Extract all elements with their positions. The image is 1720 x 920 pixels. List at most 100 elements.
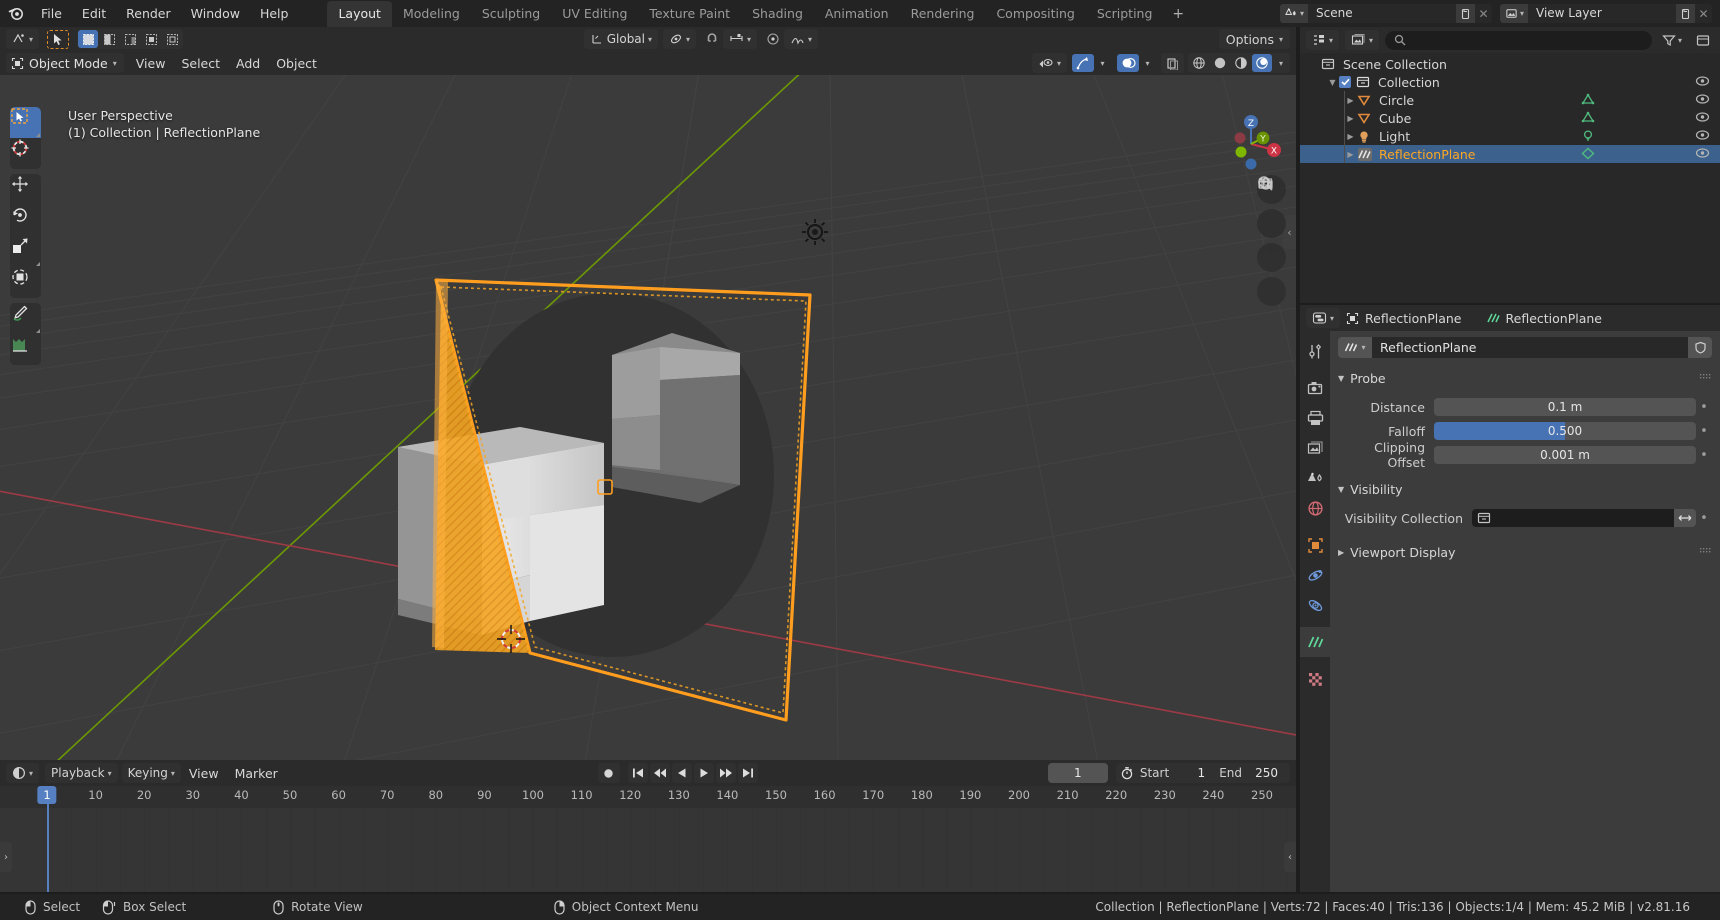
timeline-menu-marker[interactable]: Marker [227, 764, 286, 783]
light-data-icon[interactable] [1581, 129, 1595, 145]
eye-icon[interactable] [1695, 75, 1710, 90]
mesh-triangle-icon[interactable] [1581, 111, 1595, 127]
toggle-xray-icon[interactable] [1161, 53, 1184, 73]
physics-tab[interactable] [1300, 590, 1330, 620]
outliner-row-scene-collection[interactable]: Scene Collection [1300, 55, 1720, 73]
outliner-row-cube[interactable]: ▶ Cube [1300, 109, 1720, 127]
transform-tool[interactable] [10, 267, 41, 298]
outliner-id-type-icon[interactable]: ▾ [1345, 30, 1380, 50]
shading-solid[interactable] [1210, 54, 1230, 72]
eye-icon[interactable] [1695, 111, 1710, 126]
menu-render[interactable]: Render [117, 3, 180, 24]
timeline-left-toggle[interactable]: › [0, 842, 12, 872]
viewport-menu-object[interactable]: Object [268, 54, 325, 73]
eye-icon[interactable] [1695, 129, 1710, 144]
timeline-menu-playback[interactable]: Playback ▾ [45, 763, 118, 783]
select-mode-invert[interactable] [141, 30, 161, 48]
modifiers-tab[interactable] [1300, 560, 1330, 590]
navigation-gizmo[interactable]: Z Y X [1214, 107, 1288, 181]
start-frame-value[interactable]: 1 [1175, 766, 1217, 780]
scene-name-field[interactable]: Scene [1307, 4, 1456, 23]
lightprobe-name-field[interactable]: ReflectionPlane [1372, 337, 1688, 358]
pivot-point-dropdown[interactable]: ▾ [663, 29, 697, 49]
unlink-scene-icon[interactable]: ✕ [1475, 4, 1492, 23]
tab-texture-paint[interactable]: Texture Paint [638, 1, 741, 27]
eye-icon[interactable] [1695, 147, 1710, 162]
chevron-down-icon[interactable]: ▼ [1326, 78, 1339, 87]
clipping-offset-field[interactable]: 0.001 m [1434, 446, 1696, 464]
outliner-row-reflectionplane[interactable]: ▶ ReflectionPlane [1300, 145, 1720, 163]
current-frame-field[interactable]: 1 [1047, 763, 1108, 783]
tweak-select-icon[interactable] [47, 29, 70, 49]
falloff-slider[interactable]: 0.500 [1434, 422, 1696, 440]
viewport-menu-view[interactable]: View [128, 54, 174, 73]
viewport-menu-select[interactable]: Select [173, 54, 228, 73]
falloff-animate-dot[interactable]: • [1696, 424, 1712, 439]
outliner-search-input[interactable] [1385, 30, 1652, 50]
use-preview-range-icon[interactable] [1116, 766, 1138, 780]
breadcrumb-object-label[interactable]: ReflectionPlane [1365, 311, 1461, 326]
overlays-icon[interactable] [1117, 54, 1139, 72]
add-workspace-button[interactable]: + [1163, 1, 1193, 27]
jump-to-end-icon[interactable] [737, 763, 758, 783]
select-mode-subtract[interactable] [120, 30, 140, 48]
play-icon[interactable] [693, 763, 714, 783]
shading-rendered[interactable] [1252, 54, 1272, 72]
pan-hand-icon[interactable] [1257, 177, 1286, 238]
timeline-right-toggle[interactable]: ‹ [1284, 842, 1296, 872]
tab-scripting[interactable]: Scripting [1086, 1, 1164, 27]
tweak-tool[interactable] [10, 107, 41, 138]
jump-to-start-icon[interactable] [627, 763, 648, 783]
eye-icon[interactable] [1695, 93, 1710, 108]
editor-type-properties-icon[interactable]: ▾ [1306, 308, 1341, 328]
object-data-tab[interactable] [1300, 627, 1330, 657]
outliner-row-circle[interactable]: ▶ Circle [1300, 91, 1720, 109]
panel-header-viewport-display[interactable]: ▶ Viewport Display [1330, 541, 1720, 563]
chevron-right-icon[interactable]: ▶ [1344, 114, 1357, 123]
editor-type-timeline-icon[interactable]: ▾ [6, 763, 40, 783]
scale-tool[interactable] [10, 236, 41, 267]
menu-help[interactable]: Help [251, 3, 298, 24]
timeline-ruler[interactable]: 10 20 30 40 50 60 70 80 90 100 110 120 130 140 150 160 1… [0, 786, 1296, 808]
visibility-collection-browse-button[interactable] [1674, 509, 1696, 527]
end-frame-value[interactable]: 250 [1248, 766, 1290, 780]
visibility-collection-field[interactable] [1472, 509, 1674, 527]
viewport-canvas[interactable]: User Perspective (1) Collection | Reflec… [0, 75, 1296, 760]
tab-sculpting[interactable]: Sculpting [471, 1, 551, 27]
rotate-tool[interactable] [10, 205, 41, 236]
tab-uv-editing[interactable]: UV Editing [551, 1, 638, 27]
annotate-tool[interactable] [10, 303, 41, 334]
viewport-menu-add[interactable]: Add [228, 54, 268, 73]
new-view-layer-icon[interactable] [1676, 4, 1695, 23]
remove-view-layer-icon[interactable]: ✕ [1695, 4, 1712, 23]
timeline-keyframe-area[interactable] [0, 808, 1296, 892]
outliner-checkbox[interactable] [1339, 76, 1351, 88]
render-tab[interactable] [1300, 373, 1330, 403]
menu-window[interactable]: Window [182, 3, 249, 24]
tab-animation[interactable]: Animation [814, 1, 900, 27]
new-copy-icon[interactable] [1455, 4, 1475, 23]
chevron-right-icon[interactable]: ▶ [1344, 96, 1357, 105]
gizmo-dropdown[interactable]: ▾ [1094, 54, 1111, 72]
tab-layout[interactable]: Layout [327, 1, 392, 27]
outliner-display-mode-icon[interactable]: ▾ [1306, 30, 1340, 50]
snap-target-dropdown[interactable]: ▾ [723, 29, 758, 49]
distance-field[interactable]: 0.1 m [1434, 398, 1696, 416]
select-mode-set[interactable] [78, 30, 99, 48]
tab-compositing[interactable]: Compositing [985, 1, 1085, 27]
snap-magnet-icon[interactable] [701, 29, 724, 49]
outliner-row-light[interactable]: ▶ Light [1300, 127, 1720, 145]
proportional-editing-icon[interactable] [762, 29, 785, 49]
blender-logo-icon[interactable] [0, 5, 30, 22]
play-reverse-icon[interactable] [671, 763, 692, 783]
viewport-options-button[interactable]: Options ▾ [1218, 29, 1291, 49]
clipping-offset-animate-dot[interactable]: • [1696, 448, 1712, 463]
chevron-right-icon[interactable]: ▶ [1344, 150, 1357, 159]
lightprobe-data-icon[interactable]: ▾ [1338, 337, 1372, 358]
breadcrumb-data-label[interactable]: ReflectionPlane [1506, 311, 1602, 326]
tab-shading[interactable]: Shading [741, 1, 814, 27]
measure-tool[interactable] [10, 334, 41, 365]
new-collection-icon[interactable] [1692, 30, 1714, 50]
object-tab[interactable] [1300, 530, 1330, 560]
cursor-tool[interactable] [10, 138, 41, 169]
